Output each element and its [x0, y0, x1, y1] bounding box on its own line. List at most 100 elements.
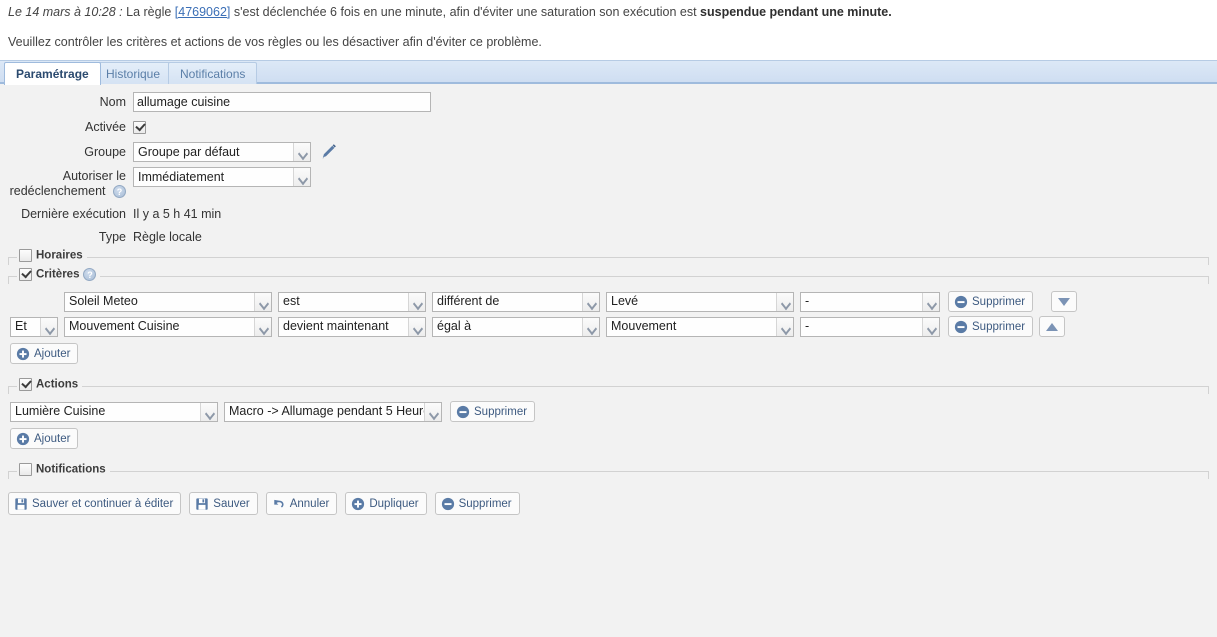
criteria-operator-select[interactable]: différent de — [432, 292, 600, 312]
actions-checkbox[interactable] — [19, 378, 32, 391]
section-actions: Actions Lumière Cuisine Macro -> Allumag… — [8, 386, 1209, 455]
field-row-type: Type Règle locale — [0, 227, 1217, 247]
chevron-down-icon — [776, 318, 793, 336]
chevron-down-icon — [582, 318, 599, 336]
chevron-down-icon — [293, 143, 310, 161]
rule-id-link[interactable]: [4769062] — [175, 5, 231, 19]
help-icon-redeclenchement[interactable]: ? — [113, 185, 126, 198]
criteria-extra-select[interactable]: - — [800, 317, 940, 337]
criteres-checkbox[interactable] — [19, 268, 32, 281]
criteria-value-select[interactable]: Levé — [606, 292, 794, 312]
chevron-down-icon — [922, 293, 939, 311]
section-horaires-legend: Horaires — [17, 249, 87, 262]
criteria-delete-button[interactable]: Supprimer — [948, 316, 1033, 337]
save-label: Sauver — [213, 498, 249, 510]
tab-parametrage[interactable]: Paramétrage — [4, 62, 101, 85]
tab-historique[interactable]: Historique — [94, 62, 172, 85]
criteria-delete-button[interactable]: Supprimer — [948, 291, 1033, 312]
field-row-groupe: Groupe Groupe par défaut — [0, 142, 1217, 162]
help-icon-criteres[interactable]: ? — [83, 268, 96, 281]
criteria-move-down-button[interactable] — [1051, 291, 1077, 312]
criteres-row: Soleil Meteo est différent de Levé - — [10, 291, 1207, 312]
criteria-source-value: Mouvement Cuisine — [65, 317, 254, 336]
footer-button-bar: Sauver et continuer à éditer Sauver Annu… — [0, 492, 1217, 515]
delete-button[interactable]: Supprimer — [435, 492, 520, 515]
nom-input[interactable] — [133, 92, 431, 112]
criteria-event-select[interactable]: est — [278, 292, 426, 312]
label-groupe: Groupe — [0, 142, 133, 162]
save-and-continue-label: Sauver et continuer à éditer — [32, 498, 173, 510]
section-criteres: Critères? Soleil Meteo est différent de — [8, 276, 1209, 370]
criteria-move-up-button[interactable] — [1039, 316, 1065, 337]
horaires-checkbox[interactable] — [19, 249, 32, 262]
notifications-checkbox[interactable] — [19, 463, 32, 476]
criteria-value-select[interactable]: Mouvement — [606, 317, 794, 337]
alert-text-bold: suspendue pendant une minute. — [700, 5, 892, 19]
criteria-source-select[interactable]: Mouvement Cuisine — [64, 317, 272, 337]
plus-circle-icon — [16, 432, 30, 446]
alert-banner-line1: Le 14 mars à 10:28 : La règle [4769062] … — [8, 4, 1217, 21]
label-redeclenchement-line1: Autoriser le — [0, 169, 126, 184]
chevron-down-icon — [424, 403, 441, 421]
criteria-extra-select[interactable]: - — [800, 292, 940, 312]
duplicate-button[interactable]: Dupliquer — [345, 492, 426, 515]
section-criteres-legend: Critères? — [17, 268, 100, 281]
actions-add-label: Ajouter — [34, 433, 70, 445]
rule-form: Nom Activée Groupe Groupe par défaut Aut… — [0, 84, 1217, 637]
section-actions-legend: Actions — [17, 378, 82, 391]
tab-notifications[interactable]: Notifications — [168, 62, 257, 85]
actions-add-button[interactable]: Ajouter — [10, 428, 78, 449]
field-row-activee: Activée — [0, 117, 1217, 137]
criteres-add-button[interactable]: Ajouter — [10, 343, 78, 364]
criteria-operator-value: égal à — [433, 317, 582, 336]
groupe-select[interactable]: Groupe par défaut — [133, 142, 311, 162]
chevron-down-icon — [922, 318, 939, 336]
pencil-icon[interactable] — [321, 144, 337, 160]
chevron-down-icon — [582, 293, 599, 311]
label-derniere-execution: Dernière exécution — [0, 204, 133, 224]
criteres-body: Soleil Meteo est différent de Levé - — [8, 277, 1209, 370]
type-value: Règle locale — [133, 227, 202, 247]
action-command-select[interactable]: Macro -> Allumage pendant 5 Heure — [224, 402, 442, 422]
criteria-operator-select[interactable]: égal à — [432, 317, 600, 337]
label-redeclenchement: Autoriser le redéclenchement ? — [0, 167, 133, 199]
action-target-select[interactable]: Lumière Cuisine — [10, 402, 218, 422]
arrow-up-icon — [1046, 323, 1058, 331]
criteria-logic-value: Et — [11, 317, 40, 336]
cancel-button[interactable]: Annuler — [266, 492, 338, 515]
undo-arrow-icon — [272, 497, 286, 511]
label-redeclenchement-line2: redéclenchement — [10, 184, 106, 198]
criteria-logic-select[interactable]: Et — [10, 317, 58, 337]
save-button[interactable]: Sauver — [189, 492, 257, 515]
notifications-legend-label: Notifications — [36, 464, 106, 476]
horaires-legend-label: Horaires — [36, 250, 83, 262]
action-target-value: Lumière Cuisine — [11, 402, 200, 421]
alert-date: Le 14 mars à 10:28 : — [8, 5, 123, 19]
criteria-source-select[interactable]: Soleil Meteo — [64, 292, 272, 312]
duplicate-label: Dupliquer — [369, 498, 418, 510]
save-disk-icon — [14, 497, 28, 511]
plus-circle-icon — [16, 347, 30, 361]
criteria-event-value: est — [279, 292, 408, 311]
action-delete-button[interactable]: Supprimer — [450, 401, 535, 422]
plus-circle-icon — [351, 497, 365, 511]
chevron-down-icon — [254, 318, 271, 336]
criteria-operator-value: différent de — [433, 292, 582, 311]
criteria-value-value: Mouvement — [607, 317, 776, 336]
groupe-select-value: Groupe par défaut — [134, 143, 293, 162]
alert-text-after-link: s'est déclenchée 6 fois en une minute, a… — [230, 5, 700, 19]
save-and-continue-button[interactable]: Sauver et continuer à éditer — [8, 492, 181, 515]
save-disk-icon — [195, 497, 209, 511]
action-delete-label: Supprimer — [474, 406, 527, 418]
criteria-delete-label: Supprimer — [972, 321, 1025, 333]
activee-checkbox[interactable] — [133, 121, 146, 134]
chevron-down-icon — [200, 403, 217, 421]
field-row-derniere-execution: Dernière exécution Il y a 5 h 41 min — [0, 204, 1217, 224]
label-nom: Nom — [0, 92, 133, 112]
criteres-legend-label: Critères — [36, 269, 79, 281]
minus-circle-icon — [441, 497, 455, 511]
alert-banner-line2: Veuillez contrôler les critères et actio… — [8, 34, 1217, 50]
chevron-down-icon — [293, 168, 310, 186]
redeclenchement-select[interactable]: Immédiatement — [133, 167, 311, 187]
criteria-event-select[interactable]: devient maintenant — [278, 317, 426, 337]
